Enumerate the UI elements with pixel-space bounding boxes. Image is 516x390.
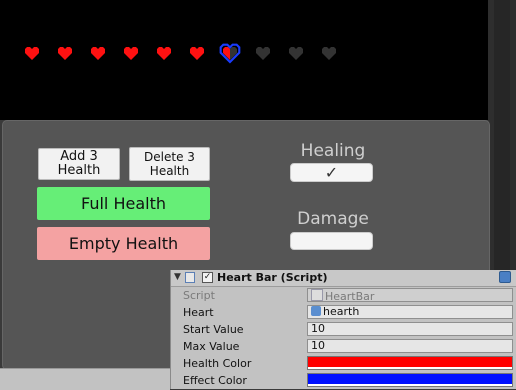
game-view	[0, 0, 488, 120]
full-heart-icon	[25, 47, 39, 60]
component-header[interactable]: ▼ ✓ Heart Bar (Script)	[171, 270, 516, 287]
heart-value: hearth	[323, 305, 360, 318]
heart-shape	[124, 47, 138, 60]
scrollbar-track[interactable]	[494, 0, 510, 270]
script-value: HeartBar	[325, 290, 375, 303]
damage-toggle[interactable]	[290, 232, 373, 250]
prefab-cube-icon	[311, 306, 321, 316]
max-value-row: Max Value 10	[171, 338, 516, 355]
foldout-arrow-icon[interactable]: ▼	[174, 272, 181, 282]
delete-3-health-button[interactable]: Delete 3 Health	[129, 147, 210, 181]
script-icon	[185, 272, 195, 283]
heart-shape	[91, 47, 105, 60]
effect-color-field[interactable]	[307, 373, 513, 387]
heart-shape	[289, 47, 303, 60]
effect-color-row: Effect Color	[171, 372, 516, 389]
empty-heart-icon	[322, 47, 336, 60]
full-heart-icon	[91, 47, 105, 60]
full-heart-icon	[124, 47, 138, 60]
heart-label: Heart	[183, 306, 214, 319]
empty-heart-icon	[219, 43, 241, 64]
healing-toggle[interactable]: ✓	[290, 163, 373, 182]
heart-shape	[157, 47, 171, 60]
full-health-button[interactable]: Full Health	[37, 187, 210, 220]
component-enabled-checkbox[interactable]: ✓	[202, 272, 213, 283]
help-book-icon[interactable]	[499, 271, 511, 283]
inspector-component: ▼ ✓ Heart Bar (Script) Script HeartBar H…	[170, 270, 516, 389]
full-heart-icon	[190, 47, 204, 60]
start-value-field[interactable]: 10	[307, 322, 513, 336]
heart-shape	[58, 47, 72, 60]
heart-row: Heart hearth	[171, 304, 516, 321]
empty-heart-icon	[256, 47, 270, 60]
max-value-field[interactable]: 10	[307, 339, 513, 353]
start-value-label: Start Value	[183, 323, 244, 336]
script-label: Script	[183, 289, 215, 302]
heart-shape	[25, 47, 39, 60]
empty-health-button[interactable]: Empty Health	[37, 227, 210, 260]
health-color-label: Health Color	[183, 357, 252, 370]
health-color-field[interactable]	[307, 356, 513, 370]
alpha-bar	[308, 367, 512, 369]
alpha-bar	[308, 384, 512, 386]
effect-color-label: Effect Color	[183, 374, 247, 387]
scrollbar[interactable]	[488, 0, 516, 270]
script-field: HeartBar	[307, 288, 513, 303]
damage-label: Damage	[297, 209, 369, 229]
heart-object-field[interactable]: hearth	[307, 305, 513, 319]
healing-label: Healing	[300, 141, 366, 161]
full-heart-icon	[157, 47, 171, 60]
heart-bar	[25, 43, 336, 64]
full-heart-icon	[58, 47, 72, 60]
health-color-row: Health Color	[171, 355, 516, 372]
add-3-health-button[interactable]: Add 3 Health	[38, 148, 120, 180]
script-file-icon	[311, 289, 323, 301]
heart-shape	[256, 47, 270, 60]
heart-shape	[322, 47, 336, 60]
start-value-row: Start Value 10	[171, 321, 516, 338]
checkmark-icon: ✓	[324, 163, 339, 182]
script-row: Script HeartBar	[171, 287, 516, 304]
empty-heart-icon	[289, 47, 303, 60]
component-title: Heart Bar (Script)	[217, 271, 328, 284]
status-strip	[0, 368, 170, 390]
max-value-label: Max Value	[183, 340, 240, 353]
heart-shape	[190, 47, 204, 60]
